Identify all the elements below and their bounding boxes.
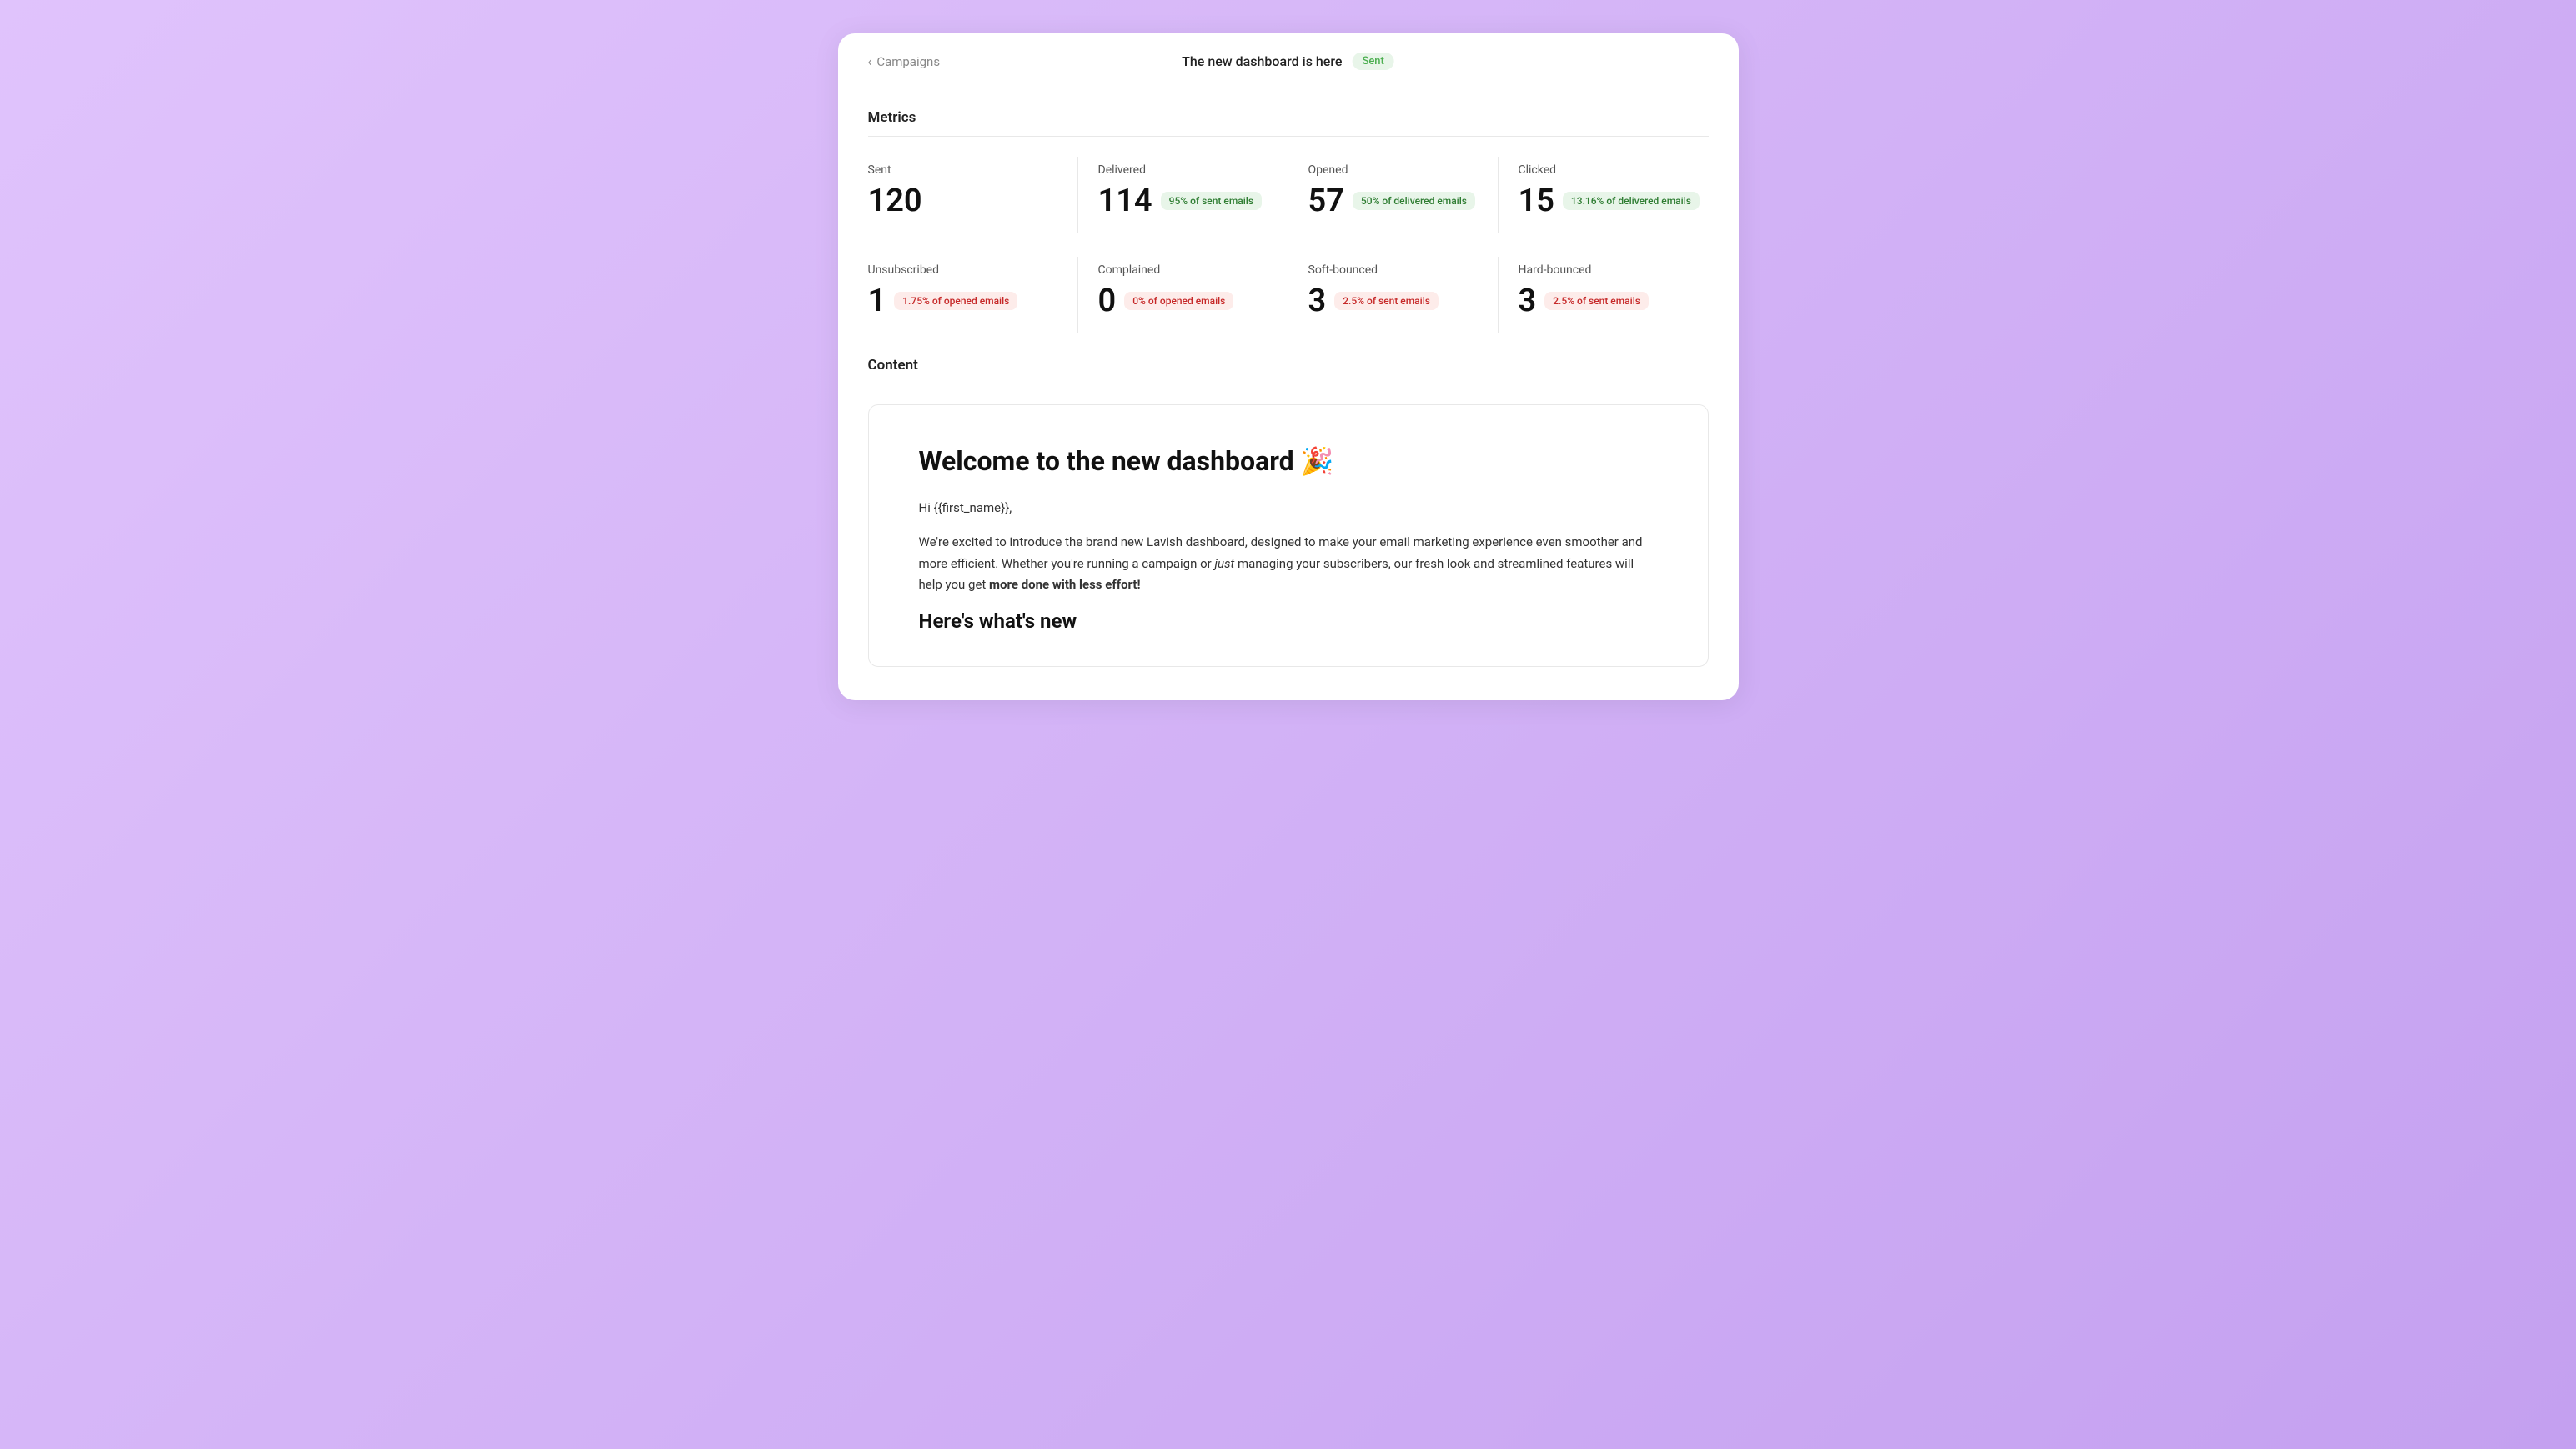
back-link[interactable]: ‹ Campaigns [868,53,941,69]
metrics-title: Metrics [868,109,1709,126]
email-body-paragraph: We're excited to introduce the brand new… [919,532,1658,596]
metrics-section: Metrics Sent 120 Delivered 114 95% of se… [838,86,1739,333]
metric-complained-badge: 0% of opened emails [1124,292,1233,310]
content-section: Content Welcome to the new dashboard 🎉 H… [838,333,1739,667]
back-arrow-icon: ‹ [868,53,872,69]
metrics-row-1: Sent 120 Delivered 114 95% of sent email… [868,157,1709,233]
metric-opened-value: 57 [1308,185,1344,217]
metric-soft-bounced: Soft-bounced 3 2.5% of sent emails [1288,257,1499,333]
metric-hard-bounced-label: Hard-bounced [1519,263,1709,277]
metric-sent: Sent 120 [868,157,1078,233]
metric-sent-label: Sent [868,163,1064,177]
email-greeting: Hi {{first_name}}, [919,500,1658,515]
email-body: We're excited to introduce the brand new… [919,532,1658,596]
metric-unsubscribed-value: 1 [868,285,886,317]
metric-clicked: Clicked 15 13.16% of delivered emails [1499,157,1709,233]
metric-hard-bounced-badge: 2.5% of sent emails [1544,292,1649,310]
metric-hard-bounced: Hard-bounced 3 2.5% of sent emails [1499,257,1709,333]
status-badge: Sent [1352,53,1393,70]
metric-delivered-badge: 95% of sent emails [1161,192,1262,210]
email-sub-heading: Here's what's new [919,609,1658,633]
main-card: ‹ Campaigns The new dashboard is here Se… [838,33,1739,700]
metric-soft-bounced-value: 3 [1308,285,1327,317]
back-label: Campaigns [876,54,940,69]
metric-unsubscribed-label: Unsubscribed [868,263,1064,277]
email-heading: Welcome to the new dashboard 🎉 [919,445,1658,477]
metric-sent-value-row: 120 [868,185,1064,217]
email-italic: just [1214,556,1234,571]
metric-hard-bounced-value-row: 3 2.5% of sent emails [1519,285,1709,317]
metric-clicked-value-row: 15 13.16% of delivered emails [1519,185,1709,217]
metric-sent-value: 120 [868,185,922,217]
metric-delivered: Delivered 114 95% of sent emails [1078,157,1288,233]
metric-complained-value: 0 [1098,285,1117,317]
metric-unsubscribed: Unsubscribed 1 1.75% of opened emails [868,257,1078,333]
header: ‹ Campaigns The new dashboard is here Se… [838,33,1739,86]
metrics-row-2: Unsubscribed 1 1.75% of opened emails Co… [868,257,1709,333]
metric-opened-label: Opened [1308,163,1484,177]
metric-soft-bounced-value-row: 3 2.5% of sent emails [1308,285,1484,317]
metric-delivered-value-row: 114 95% of sent emails [1098,185,1274,217]
metric-opened: Opened 57 50% of delivered emails [1288,157,1499,233]
metric-complained: Complained 0 0% of opened emails [1078,257,1288,333]
metric-opened-value-row: 57 50% of delivered emails [1308,185,1484,217]
metric-complained-value-row: 0 0% of opened emails [1098,285,1274,317]
metric-clicked-value: 15 [1519,185,1554,217]
metric-hard-bounced-value: 3 [1519,285,1537,317]
content-title: Content [868,357,1709,374]
metric-soft-bounced-badge: 2.5% of sent emails [1334,292,1439,310]
metric-unsubscribed-value-row: 1 1.75% of opened emails [868,285,1064,317]
metrics-divider [868,136,1709,137]
metric-soft-bounced-label: Soft-bounced [1308,263,1484,277]
metric-complained-label: Complained [1098,263,1274,277]
metric-unsubscribed-badge: 1.75% of opened emails [894,292,1017,310]
email-bold: more done with less effort! [989,577,1141,592]
metric-delivered-value: 114 [1098,185,1152,217]
email-preview: Welcome to the new dashboard 🎉 Hi {{firs… [868,404,1709,667]
metric-opened-badge: 50% of delivered emails [1353,192,1475,210]
header-title: The new dashboard is here [1182,53,1342,69]
header-center: The new dashboard is here Sent [1182,53,1394,70]
metric-delivered-label: Delivered [1098,163,1274,177]
metric-clicked-badge: 13.16% of delivered emails [1563,192,1700,210]
metric-clicked-label: Clicked [1519,163,1709,177]
